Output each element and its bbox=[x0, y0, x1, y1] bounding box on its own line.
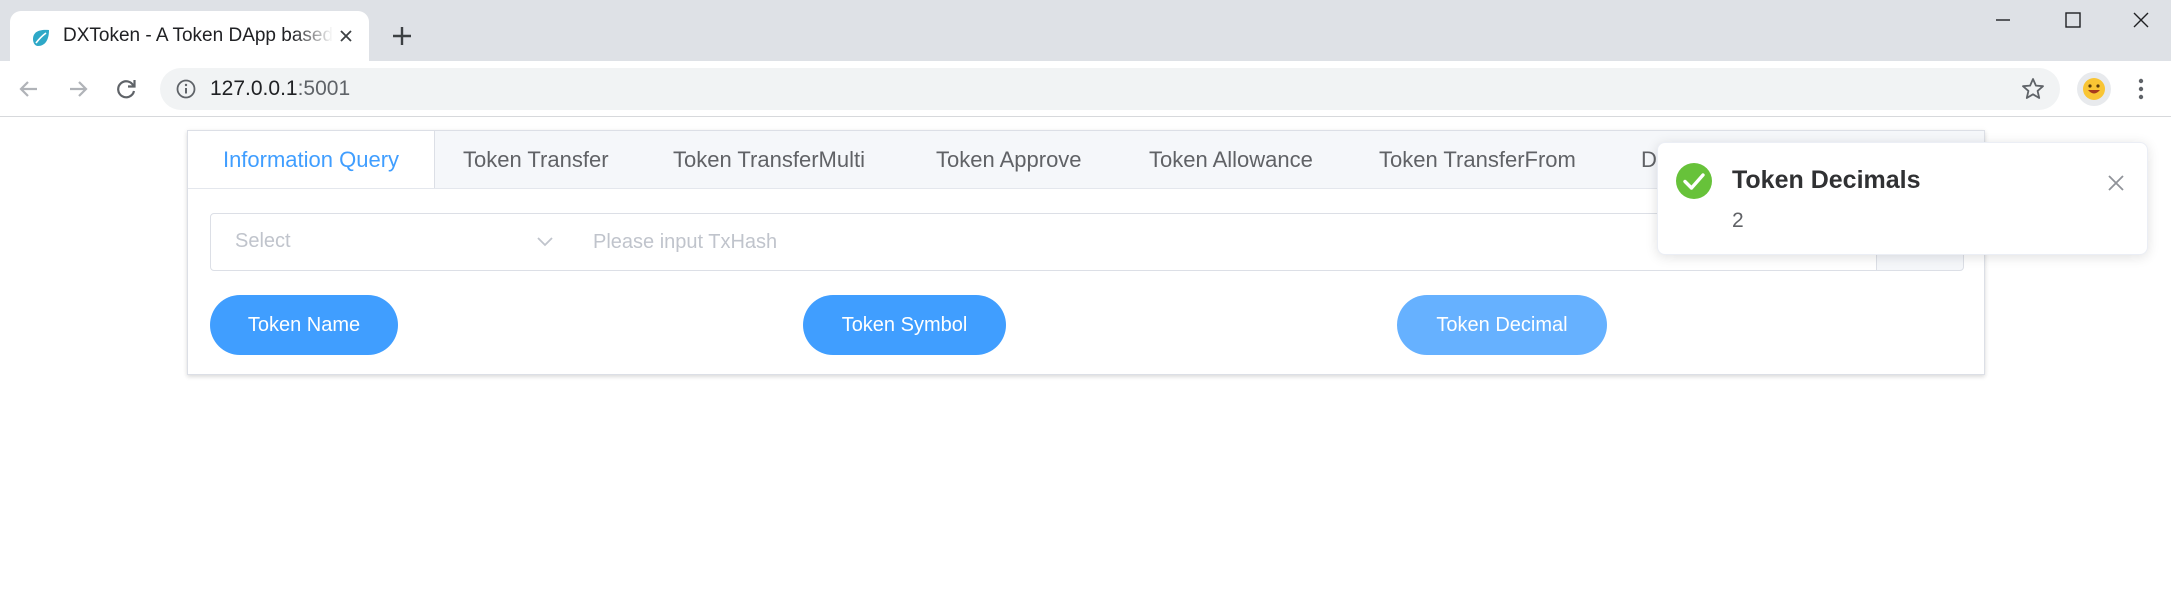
select-placeholder: Select bbox=[235, 230, 291, 252]
url-host: 127.0.0.1 bbox=[210, 77, 298, 100]
url-text[interactable]: 127.0.0.1:5001 bbox=[210, 77, 350, 101]
url-port: :5001 bbox=[297, 77, 351, 100]
minimize-icon[interactable] bbox=[1983, 8, 2023, 32]
token-name-button[interactable]: Token Name bbox=[210, 295, 398, 355]
tab-token-transferfrom[interactable]: Token TransferFrom bbox=[1379, 131, 1576, 188]
success-check-icon bbox=[1676, 163, 1712, 199]
plus-icon[interactable] bbox=[389, 23, 415, 49]
query-type-select[interactable]: Select bbox=[210, 213, 572, 271]
browser-tabstrip: DXToken - A Token DApp based bbox=[0, 0, 2171, 61]
tab-token-transfermulti[interactable]: Token TransferMulti bbox=[673, 131, 865, 188]
token-symbol-button[interactable]: Token Symbol bbox=[803, 295, 1006, 355]
star-icon[interactable] bbox=[2020, 76, 2046, 102]
leaf-icon bbox=[33, 29, 49, 46]
tab-truncated[interactable]: D bbox=[1641, 131, 1657, 188]
kebab-menu-icon[interactable] bbox=[2132, 75, 2150, 103]
address-bar[interactable]: 127.0.0.1:5001 bbox=[160, 68, 2060, 110]
browser-tab-title: DXToken - A Token DApp based bbox=[63, 25, 333, 46]
tab-token-transfer[interactable]: Token Transfer bbox=[463, 131, 609, 188]
close-icon[interactable] bbox=[335, 25, 357, 47]
tab-information-query[interactable]: Information Query bbox=[188, 131, 435, 188]
arrow-right-icon[interactable] bbox=[64, 75, 92, 103]
emoji-avatar-icon[interactable] bbox=[2077, 72, 2111, 106]
chevron-down-icon bbox=[537, 237, 553, 247]
info-icon[interactable] bbox=[175, 78, 197, 100]
reload-icon[interactable] bbox=[112, 75, 140, 103]
tab-token-allowance[interactable]: Token Allowance bbox=[1149, 131, 1313, 188]
notification-title: Token Decimals bbox=[1732, 166, 1921, 194]
arrow-left-icon[interactable] bbox=[15, 75, 43, 103]
notification-toast: Token Decimals 2 bbox=[1657, 142, 2148, 255]
tab-token-approve[interactable]: Token Approve bbox=[936, 131, 1082, 188]
token-decimal-button[interactable]: Token Decimal bbox=[1397, 295, 1607, 355]
maximize-icon[interactable] bbox=[2052, 8, 2092, 32]
window-close-icon[interactable] bbox=[2121, 8, 2161, 32]
notification-message: 2 bbox=[1732, 209, 1744, 232]
browser-toolbar: 127.0.0.1:5001 bbox=[0, 61, 2171, 117]
browser-tab[interactable]: DXToken - A Token DApp based bbox=[10, 11, 369, 61]
close-icon[interactable] bbox=[2107, 174, 2125, 192]
